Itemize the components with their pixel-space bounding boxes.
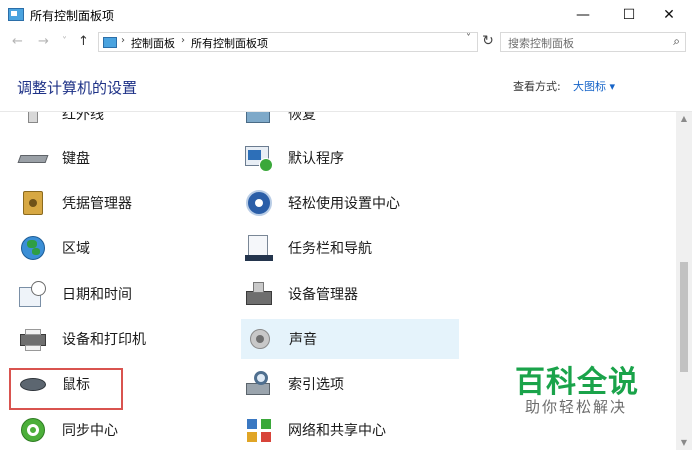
- refresh-button[interactable]: ↻: [480, 33, 496, 51]
- back-button[interactable]: ←: [12, 34, 23, 49]
- view-by-label: 查看方式:: [513, 80, 561, 93]
- printer-icon: [18, 324, 48, 354]
- item-credential-manager[interactable]: 凭据管理器: [4, 183, 220, 223]
- watermark-title: 百科全说: [515, 365, 639, 400]
- recent-locations-button[interactable]: ˅: [62, 36, 67, 47]
- item-label: 日期和时间: [62, 287, 132, 303]
- infrared-icon: [18, 112, 48, 129]
- item-keyboard[interactable]: 键盘: [4, 138, 220, 178]
- breadcrumb-separator: ›: [181, 35, 185, 46]
- watermark-subtitle: 助你轻松解决: [525, 398, 628, 416]
- item-label: 索引选项: [288, 377, 344, 393]
- close-button[interactable]: ✕: [646, 0, 692, 30]
- sync-center-icon: [18, 415, 48, 445]
- scroll-up-arrow[interactable]: ▲: [676, 112, 692, 126]
- breadcrumb-control-panel[interactable]: 控制面板: [131, 35, 175, 51]
- item-label: 红外线: [62, 112, 104, 123]
- item-taskbar-navigation[interactable]: 任务栏和导航: [230, 228, 446, 268]
- item-region[interactable]: 区域: [4, 228, 220, 268]
- keyboard-icon: [17, 143, 49, 173]
- page-header: 调整计算机的设置 查看方式: 大图标 ▾: [0, 56, 692, 112]
- item-label: 键盘: [62, 151, 90, 167]
- search-placeholder: 搜索控制面板: [508, 37, 574, 50]
- window-title: 所有控制面板项: [30, 9, 115, 23]
- view-by-dropdown[interactable]: 大图标 ▾: [573, 78, 615, 94]
- item-label: 区域: [62, 241, 90, 257]
- forward-button[interactable]: →: [38, 34, 49, 49]
- item-sound[interactable]: 声音: [241, 319, 459, 359]
- region-globe-icon: [18, 233, 48, 263]
- item-infrared[interactable]: 红外线: [4, 112, 220, 134]
- item-device-manager[interactable]: 设备管理器: [230, 274, 446, 314]
- sound-icon: [245, 324, 275, 354]
- item-label: 默认程序: [288, 151, 344, 167]
- up-button[interactable]: ↑: [78, 34, 89, 49]
- search-icon[interactable]: ⌕: [673, 34, 680, 49]
- item-label: 同步中心: [62, 423, 118, 439]
- item-network-sharing[interactable]: 网络和共享中心: [230, 410, 446, 450]
- indexing-options-icon: [244, 369, 274, 399]
- control-panel-app-icon: [8, 8, 24, 21]
- taskbar-icon: [244, 233, 274, 263]
- credential-manager-icon: [18, 188, 48, 218]
- network-sharing-icon: [244, 415, 274, 445]
- address-bar[interactable]: › 控制面板 › 所有控制面板项: [98, 32, 478, 52]
- item-sync-center[interactable]: 同步中心: [4, 410, 220, 450]
- item-label: 轻松使用设置中心: [288, 196, 400, 212]
- minimize-button[interactable]: —: [560, 0, 606, 30]
- item-ease-of-access[interactable]: 轻松使用设置中心: [230, 183, 446, 223]
- item-devices-printers[interactable]: 设备和打印机: [4, 319, 220, 359]
- control-panel-crumb-icon: [103, 37, 117, 48]
- selection-highlight-box: [9, 368, 123, 410]
- item-label: 恢复: [288, 112, 316, 123]
- recovery-icon: [244, 112, 274, 129]
- item-label: 任务栏和导航: [288, 241, 372, 257]
- device-manager-icon: [244, 279, 274, 309]
- item-label: 设备和打印机: [62, 332, 146, 348]
- address-dropdown-button[interactable]: ˅: [466, 33, 471, 44]
- breadcrumb-separator: ›: [121, 35, 125, 46]
- item-recovery[interactable]: 恢复: [230, 112, 446, 134]
- scroll-down-arrow[interactable]: ▼: [676, 436, 692, 450]
- item-label: 网络和共享中心: [288, 423, 386, 439]
- item-default-programs[interactable]: 默认程序: [230, 138, 446, 178]
- item-label: 设备管理器: [288, 287, 358, 303]
- item-label: 声音: [289, 332, 317, 348]
- title-bar: 所有控制面板项 — ☐ ✕: [0, 0, 692, 30]
- item-indexing-options[interactable]: 索引选项: [230, 364, 446, 404]
- search-input[interactable]: 搜索控制面板 ⌕: [500, 32, 686, 52]
- ease-of-access-icon: [244, 188, 274, 218]
- scroll-thumb[interactable]: [680, 262, 688, 372]
- page-title: 调整计算机的设置: [17, 79, 138, 97]
- vertical-scrollbar[interactable]: ▲ ▼: [676, 112, 692, 450]
- date-time-icon: [18, 279, 48, 309]
- item-label: 凭据管理器: [62, 196, 132, 212]
- default-programs-icon: [244, 143, 274, 173]
- breadcrumb-all-items[interactable]: 所有控制面板项: [191, 35, 268, 51]
- item-date-time[interactable]: 日期和时间: [4, 274, 220, 314]
